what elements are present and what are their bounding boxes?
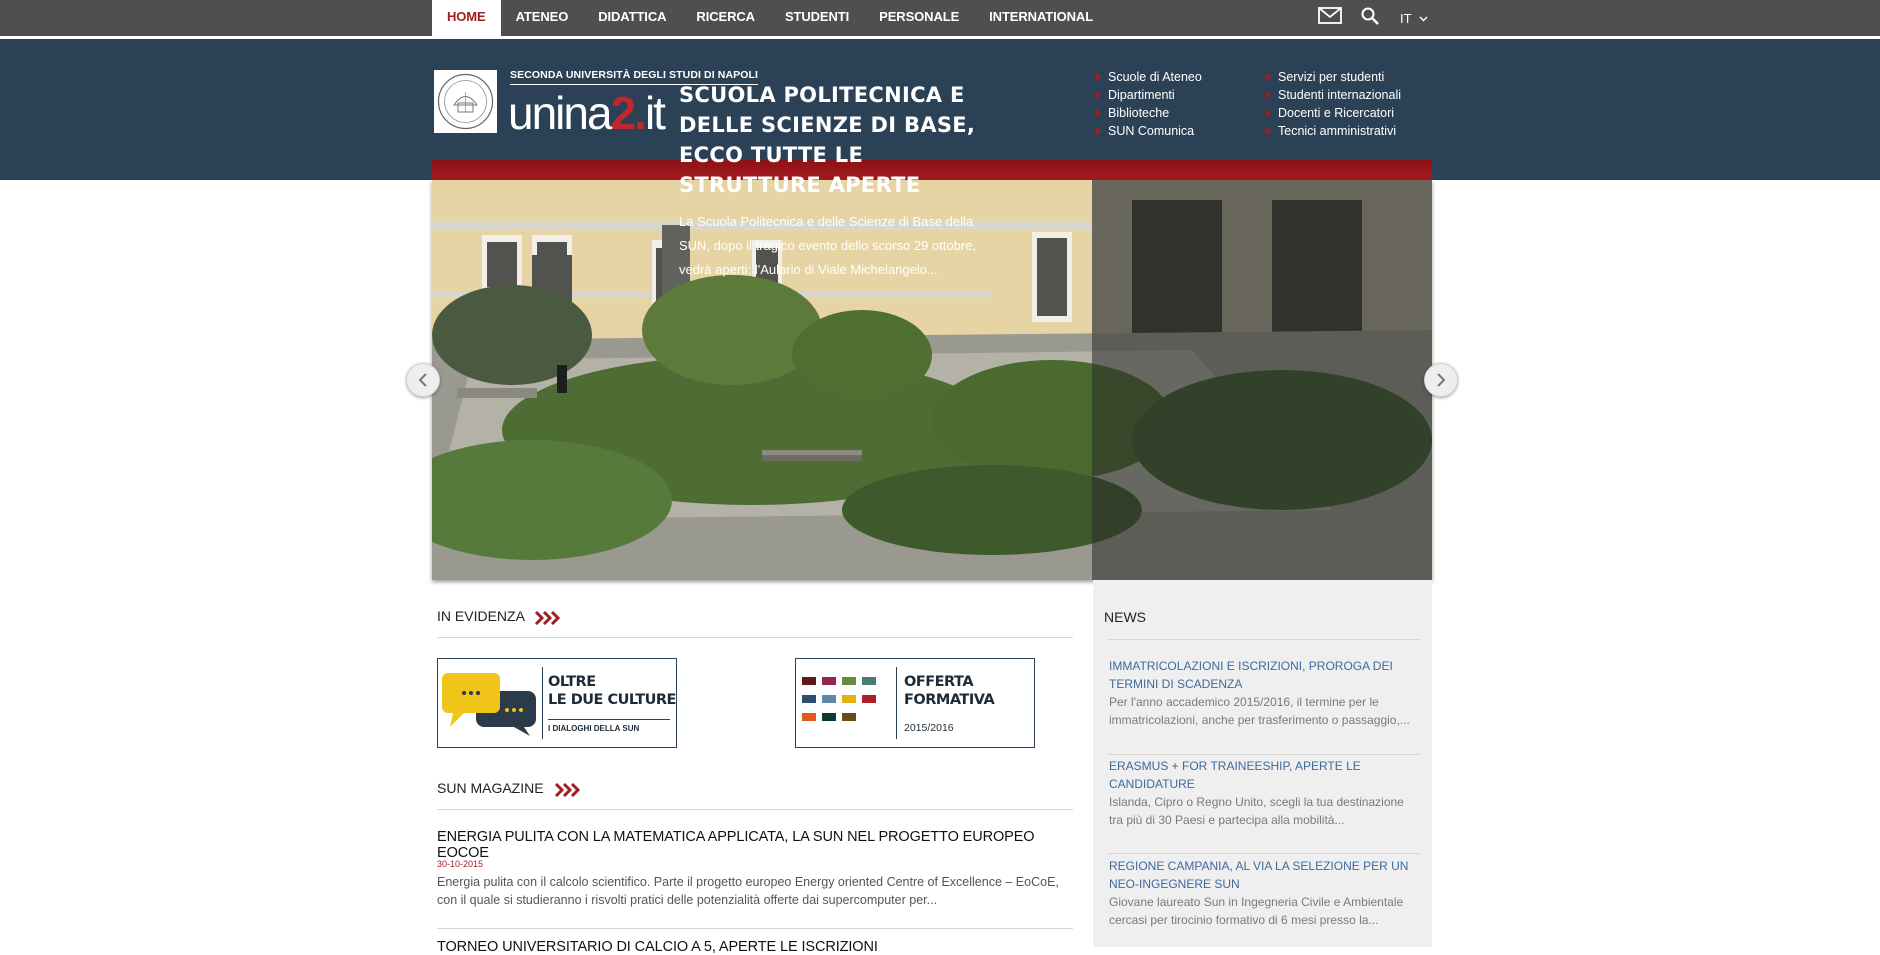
nav-item-home[interactable]: HOME bbox=[432, 0, 501, 36]
article-divider bbox=[437, 928, 1073, 929]
color-grid-icon bbox=[802, 677, 876, 721]
section-divider bbox=[437, 809, 1073, 810]
chevron-right-icon bbox=[1437, 373, 1446, 387]
main-nav: HOME ATENEO DIDATTICA RICERCA STUDENTI P… bbox=[432, 0, 1108, 36]
news-item-desc-line1: Per l'anno accademico 2015/2016, il term… bbox=[1109, 695, 1379, 709]
speech-bubbles-icon bbox=[442, 673, 536, 736]
news-item-desc-line2: immatricolazioni, anche per trasferiment… bbox=[1109, 713, 1410, 727]
in-evidenza-heading: IN EVIDENZA bbox=[437, 608, 525, 624]
chevron-left-icon bbox=[418, 373, 427, 387]
section-divider bbox=[437, 637, 1073, 638]
news-item-desc-line1: Islanda, Cipro o Regno Unito, scegli la … bbox=[1109, 795, 1404, 809]
nav-item-studenti[interactable]: STUDENTI bbox=[770, 0, 864, 36]
news-divider bbox=[1107, 639, 1420, 640]
promo1-line2: LE DUE CULTURE bbox=[548, 692, 676, 708]
promo-oltre-le-due-culture[interactable]: OLTRE LE DUE CULTURE I DIALOGHI DELLA SU… bbox=[437, 658, 677, 748]
quicklink-scuole[interactable]: Scuole di Ateneo bbox=[1096, 68, 1202, 86]
article-title[interactable]: ENERGIA PULITA CON LA MATEMATICA APPLICA… bbox=[437, 829, 1077, 861]
promo2-line1: OFFERTA bbox=[904, 674, 974, 690]
section-arrows-icon bbox=[534, 611, 560, 625]
news-item-desc-line2: cercasi per tirocinio formativo di 6 mes… bbox=[1109, 913, 1379, 927]
promo-separator bbox=[542, 667, 543, 739]
quicklink-tecnici[interactable]: Tecnici amministrativi bbox=[1266, 122, 1401, 140]
top-tools: IT bbox=[1318, 0, 1428, 36]
news-item-desc-line1: Giovane laureato Sun in Ingegneria Civil… bbox=[1109, 895, 1404, 909]
search-icon[interactable] bbox=[1360, 6, 1380, 31]
quicklink-sun-comunica[interactable]: SUN Comunica bbox=[1096, 122, 1202, 140]
logo-dot: . bbox=[634, 87, 647, 139]
promo-offerta-formativa[interactable]: OFFERTA FORMATIVA 2015/2016 bbox=[795, 658, 1035, 748]
news-item-title-line2[interactable]: TERMINI DI SCADENZA bbox=[1109, 675, 1419, 693]
article-summary-line1: Energia pulita con il calcolo scientific… bbox=[437, 875, 1059, 889]
nav-item-didattica[interactable]: DIDATTICA bbox=[583, 0, 681, 36]
news-item-title-line2[interactable]: CANDIDATURE bbox=[1109, 775, 1419, 793]
sun-magazine-heading: SUN MAGAZINE bbox=[437, 780, 544, 796]
logo-suffix: it bbox=[644, 87, 666, 139]
site-logo-wordmark[interactable]: unina2.it bbox=[508, 87, 666, 139]
quicklinks-column-1: Scuole di Ateneo Dipartimenti Bibliotech… bbox=[1096, 68, 1202, 140]
news-divider bbox=[1107, 754, 1420, 755]
hero-summary: La Scuola Politecnica e delle Scienze di… bbox=[679, 214, 977, 277]
quicklink-docenti[interactable]: Docenti e Ricercatori bbox=[1266, 104, 1401, 122]
nav-item-ateneo[interactable]: ATENEO bbox=[501, 0, 584, 36]
news-item-title-line1[interactable]: REGIONE CAMPANIA, AL VIA LA SELEZIONE PE… bbox=[1109, 857, 1419, 875]
news-item: ERASMUS + FOR TRAINEESHIP, APERTE LE CAN… bbox=[1109, 757, 1419, 829]
quicklink-biblioteche[interactable]: Biblioteche bbox=[1096, 104, 1202, 122]
news-item: REGIONE CAMPANIA, AL VIA LA SELEZIONE PE… bbox=[1109, 857, 1419, 929]
nav-item-ricerca[interactable]: RICERCA bbox=[681, 0, 770, 36]
hero-caption-panel bbox=[1092, 180, 1432, 580]
news-heading: NEWS bbox=[1104, 609, 1146, 625]
chevron-down-icon bbox=[1419, 16, 1428, 22]
slider-prev-button[interactable] bbox=[406, 363, 440, 397]
news-item-title-line1[interactable]: ERASMUS + FOR TRAINEESHIP, APERTE LE bbox=[1109, 757, 1419, 775]
quicklink-studenti-internazionali[interactable]: Studenti internazionali bbox=[1266, 86, 1401, 104]
news-item-title-line1[interactable]: IMMATRICOLAZIONI E ISCRIZIONI, PROROGA D… bbox=[1109, 657, 1419, 675]
nav-item-personale[interactable]: PERSONALE bbox=[864, 0, 974, 36]
language-label: IT bbox=[1400, 10, 1412, 26]
quicklink-servizi-studenti[interactable]: Servizi per studenti bbox=[1266, 68, 1401, 86]
quicklink-dipartimenti[interactable]: Dipartimenti bbox=[1096, 86, 1202, 104]
promo-separator bbox=[896, 667, 897, 739]
top-navigation-bar: HOME ATENEO DIDATTICA RICERCA STUDENTI P… bbox=[0, 0, 1880, 39]
promo1-rule bbox=[548, 719, 670, 720]
promo1-line3: I DIALOGHI DELLA SUN bbox=[548, 724, 640, 733]
slider-next-button[interactable] bbox=[1424, 363, 1458, 397]
logo-prefix: unina bbox=[508, 87, 613, 139]
news-item: IMMATRICOLAZIONI E ISCRIZIONI, PROROGA D… bbox=[1109, 657, 1419, 729]
article-summary: Energia pulita con il calcolo scientific… bbox=[437, 873, 1077, 909]
section-arrows-icon bbox=[554, 783, 580, 797]
news-item-desc-line2: tra più di 30 Paesi e partecipa alla mob… bbox=[1109, 813, 1345, 827]
promo2-line2: FORMATIVA bbox=[904, 692, 995, 708]
mail-icon[interactable] bbox=[1318, 7, 1342, 29]
quicklinks-column-2: Servizi per studenti Studenti internazio… bbox=[1266, 68, 1401, 140]
promo2-line3: 2015/2016 bbox=[904, 722, 954, 734]
logo-number: 2 bbox=[610, 87, 637, 139]
article-title[interactable]: TORNEO UNIVERSITARIO DI CALCIO A 5, APER… bbox=[437, 939, 1077, 955]
news-item-title-line2[interactable]: NEO-INGEGNERE SUN bbox=[1109, 875, 1419, 893]
university-seal-logo[interactable] bbox=[434, 70, 497, 133]
nav-item-international[interactable]: INTERNATIONAL bbox=[974, 0, 1108, 36]
language-selector[interactable]: IT bbox=[1400, 11, 1428, 26]
promo1-line1: OLTRE bbox=[548, 674, 596, 690]
article-date: 30-10-2015 bbox=[437, 859, 484, 869]
news-divider bbox=[1107, 853, 1420, 854]
hero-title[interactable]: SCUOLA POLITECNICA E DELLE SCIENZE DI BA… bbox=[679, 80, 989, 200]
article-summary-line2: con il quale si studieranno i risvolti p… bbox=[437, 893, 938, 907]
